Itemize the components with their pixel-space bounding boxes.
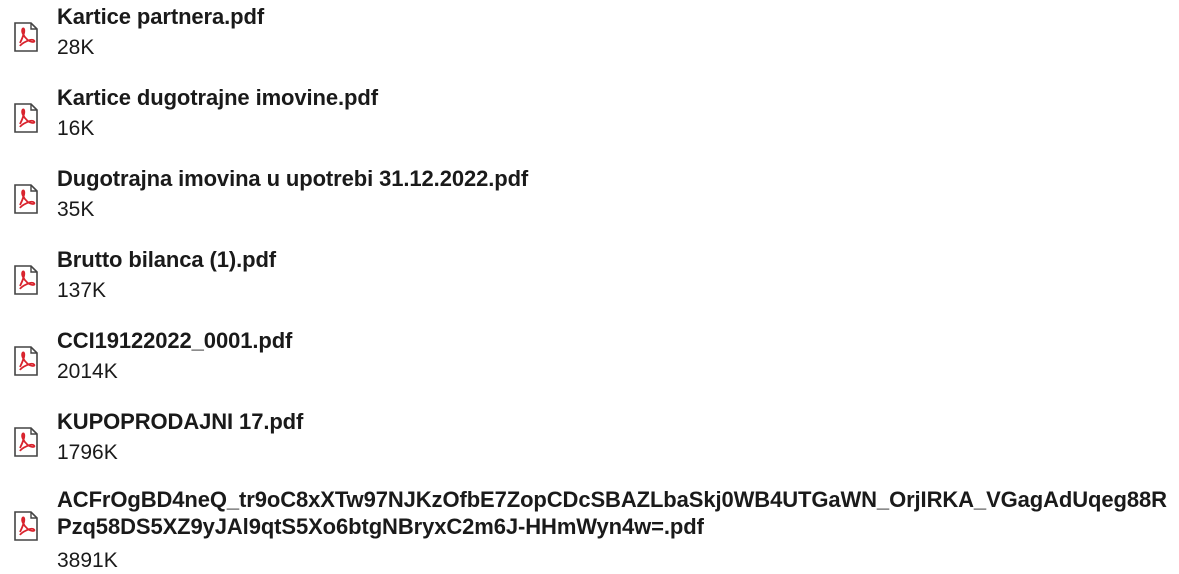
attachment-item[interactable]: ACFrOgBD4neQ_tr9oC8xXTw97NJKzOfbE7ZopCDc… [10, 486, 1175, 572]
attachment-item[interactable]: Kartice dugotrajne imovine.pdf 16K [10, 84, 1175, 140]
attachment-item[interactable]: Kartice partnera.pdf 28K [10, 3, 1175, 59]
attachment-size: 16K [57, 117, 95, 140]
attachment-item[interactable]: Dugotrajna imovina u upotrebi 31.12.2022… [10, 165, 1175, 221]
attachment-item[interactable]: KUPOPRODAJNI 17.pdf 1796K [10, 408, 1175, 464]
attachment-name[interactable]: KUPOPRODAJNI 17.pdf [57, 408, 303, 435]
attachment-name[interactable]: Kartice dugotrajne imovine.pdf [57, 84, 378, 111]
pdf-file-icon [10, 183, 42, 215]
pdf-file-icon [10, 510, 42, 542]
pdf-file-icon [10, 102, 42, 134]
attachment-list: Kartice partnera.pdf 28K Kartice dugotra… [0, 0, 1179, 574]
attachment-name[interactable]: Kartice partnera.pdf [57, 3, 264, 30]
attachment-name[interactable]: Brutto bilanca (1).pdf [57, 246, 276, 273]
pdf-file-icon [10, 264, 42, 296]
attachment-item[interactable]: Brutto bilanca (1).pdf 137K [10, 246, 1175, 302]
attachment-size: 137K [57, 279, 107, 302]
attachment-size: 2014K [57, 360, 118, 383]
attachment-size: 28K [57, 36, 95, 59]
pdf-file-icon [10, 426, 42, 458]
pdf-file-icon [10, 345, 42, 377]
pdf-file-icon [10, 21, 42, 53]
attachment-size: 1796K [57, 441, 118, 464]
attachment-size: 3891K [57, 549, 118, 572]
attachment-name[interactable]: CCI19122022_0001.pdf [57, 327, 292, 354]
attachment-name[interactable]: ACFrOgBD4neQ_tr9oC8xXTw97NJKzOfbE7ZopCDc… [57, 486, 1177, 540]
attachment-size: 35K [57, 198, 95, 221]
attachment-name[interactable]: Dugotrajna imovina u upotrebi 31.12.2022… [57, 165, 528, 192]
attachment-item[interactable]: CCI19122022_0001.pdf 2014K [10, 327, 1175, 383]
